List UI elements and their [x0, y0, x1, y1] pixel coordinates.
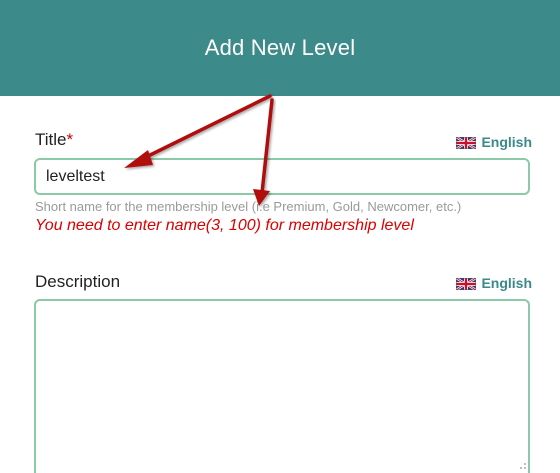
uk-flag-icon — [455, 276, 478, 292]
title-language-label: English — [481, 134, 532, 150]
dialog-header: Add New Level — [0, 0, 560, 96]
description-language-selector[interactable]: English — [455, 275, 532, 292]
dialog-title: Add New Level — [204, 35, 356, 60]
textarea-resize-handle-icon[interactable] — [517, 457, 527, 469]
title-label: Title* — [35, 130, 73, 150]
description-label: Description — [35, 272, 120, 292]
title-label-text: Title — [35, 130, 67, 149]
required-asterisk: * — [66, 130, 74, 149]
description-label-text: Description — [35, 272, 121, 291]
title-input[interactable] — [34, 158, 530, 195]
add-level-dialog: Add New Level Title* English Short name … — [0, 0, 560, 473]
description-language-label: English — [481, 275, 532, 291]
uk-flag-icon — [455, 135, 478, 151]
title-language-selector[interactable]: English — [455, 134, 532, 151]
description-textarea[interactable] — [34, 299, 530, 473]
title-error-message: You need to enter name(3, 100) for membe… — [35, 217, 414, 234]
title-hint: Short name for the membership level (i.e… — [35, 199, 462, 214]
